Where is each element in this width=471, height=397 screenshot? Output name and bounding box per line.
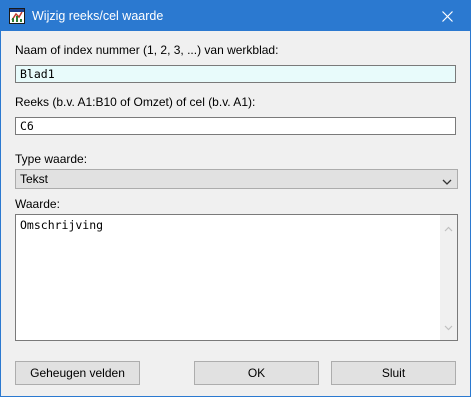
memory-fields-button[interactable]: Geheugen velden xyxy=(15,361,140,385)
sheet-input[interactable]: Blad1 xyxy=(15,65,456,83)
spreadsheet-icon xyxy=(9,8,25,24)
close-button[interactable]: Sluit xyxy=(331,361,456,385)
value-text: Omschrijving xyxy=(20,218,104,232)
range-label: Reeks (b.v. A1:B10 of Omzet) of cel (b.v… xyxy=(15,95,256,109)
close-window-button[interactable] xyxy=(424,1,470,31)
close-icon xyxy=(441,10,453,22)
type-label: Type waarde: xyxy=(15,152,88,166)
vertical-scrollbar[interactable] xyxy=(440,215,457,340)
type-select-value: Tekst xyxy=(20,172,49,186)
chevron-down-icon xyxy=(442,175,452,189)
value-label: Waarde: xyxy=(15,197,60,211)
dialog-window: Wijzig reeks/cel waarde Naam of index nu… xyxy=(0,0,471,397)
scroll-down-icon[interactable] xyxy=(444,320,453,334)
scroll-up-icon[interactable] xyxy=(444,221,453,235)
ok-button[interactable]: OK xyxy=(194,361,319,385)
sheet-label: Naam of index nummer (1, 2, 3, ...) van … xyxy=(15,43,279,57)
type-select[interactable]: Tekst xyxy=(15,169,458,189)
title-bar[interactable]: Wijzig reeks/cel waarde xyxy=(1,1,470,31)
range-input[interactable]: C6 xyxy=(15,117,456,135)
value-textarea[interactable]: Omschrijving xyxy=(15,214,458,341)
window-title: Wijzig reeks/cel waarde xyxy=(32,9,164,23)
